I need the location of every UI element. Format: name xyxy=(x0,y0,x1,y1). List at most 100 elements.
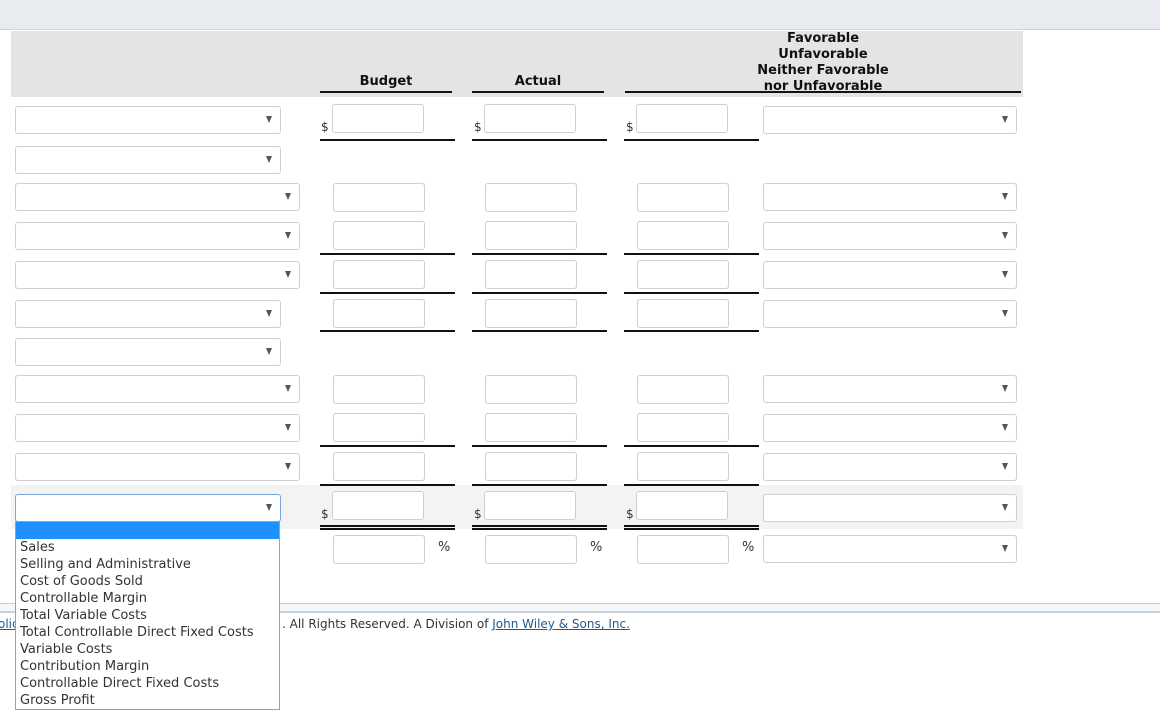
dollar-sign: $ xyxy=(321,120,329,134)
chevron-down-icon xyxy=(1002,545,1008,552)
difference-percent-input[interactable] xyxy=(637,535,729,564)
row-9-favorability-select[interactable] xyxy=(763,414,1017,442)
row-5-label-select[interactable] xyxy=(15,261,300,289)
actual-percent-input[interactable] xyxy=(485,535,577,564)
actual-underline xyxy=(472,253,607,255)
row-9-actual-input[interactable] xyxy=(485,413,577,442)
row-8-label-select[interactable] xyxy=(15,375,300,403)
row-11-label-select[interactable] xyxy=(15,494,281,522)
row-6-actual-input[interactable] xyxy=(485,299,577,328)
row-6-budget-input[interactable] xyxy=(333,299,425,328)
wiley-link[interactable]: John Wiley & Sons, Inc. xyxy=(492,617,630,631)
row-5-budget-input[interactable] xyxy=(333,260,425,289)
percent-sign: % xyxy=(438,540,451,555)
dollar-sign: $ xyxy=(626,507,634,521)
chevron-down-icon xyxy=(266,504,272,511)
row-2-label-select[interactable] xyxy=(15,146,281,174)
row-10-favorability-select[interactable] xyxy=(763,453,1017,481)
label-select-dropdown-list[interactable]: Sales Selling and Administrative Cost of… xyxy=(15,521,280,710)
row-10-actual-input[interactable] xyxy=(485,452,577,481)
row-11-budget-input[interactable] xyxy=(332,491,424,520)
dropdown-option[interactable]: Gross Profit xyxy=(16,692,279,709)
chevron-down-icon xyxy=(1002,424,1008,431)
dropdown-option[interactable]: Cost of Goods Sold xyxy=(16,573,279,590)
row-10-label-select[interactable] xyxy=(15,453,300,481)
row-8-actual-input[interactable] xyxy=(485,375,577,404)
dollar-sign: $ xyxy=(321,507,329,521)
budget-column-header: Budget xyxy=(359,74,413,89)
row-7-label-select[interactable] xyxy=(15,338,281,366)
dropdown-option[interactable]: Controllable Direct Fixed Costs xyxy=(16,675,279,692)
row-6-favorability-select[interactable] xyxy=(763,300,1017,328)
dropdown-option[interactable]: Total Controllable Direct Fixed Costs xyxy=(16,624,279,641)
row-11-favorability-select[interactable] xyxy=(763,494,1017,522)
chevron-down-icon xyxy=(266,310,272,317)
row-3-difference-input[interactable] xyxy=(637,183,729,212)
fav-header-rule xyxy=(625,91,1021,93)
row-11-difference-input[interactable] xyxy=(636,491,728,520)
row-6-label-select[interactable] xyxy=(15,300,281,328)
actual-column-header: Actual xyxy=(514,74,562,89)
row-10-budget-input[interactable] xyxy=(333,452,425,481)
dropdown-option[interactable]: Selling and Administrative xyxy=(16,556,279,573)
row-4-favorability-select[interactable] xyxy=(763,222,1017,250)
row-1-favorability-select[interactable] xyxy=(763,106,1017,134)
row-3-label-select[interactable] xyxy=(15,183,300,211)
chevron-down-icon xyxy=(285,385,291,392)
row-4-difference-input[interactable] xyxy=(637,221,729,250)
difference-underline xyxy=(624,139,759,141)
budget-underline xyxy=(320,445,455,447)
dropdown-option[interactable]: Variable Costs xyxy=(16,641,279,658)
dropdown-option[interactable]: Contribution Margin xyxy=(16,658,279,675)
row-1-actual-input[interactable] xyxy=(484,104,576,133)
fav-header-line: Unfavorable xyxy=(778,47,868,62)
percent-sign: % xyxy=(742,540,755,555)
budget-underline xyxy=(320,292,455,294)
row-8-favorability-select[interactable] xyxy=(763,375,1017,403)
chevron-down-icon xyxy=(285,271,291,278)
dropdown-option[interactable]: Total Variable Costs xyxy=(16,607,279,624)
row-10-difference-input[interactable] xyxy=(637,452,729,481)
row-9-budget-input[interactable] xyxy=(333,413,425,442)
difference-underline xyxy=(624,253,759,255)
row-6-difference-input[interactable] xyxy=(637,299,729,328)
row-11-actual-input[interactable] xyxy=(484,491,576,520)
budget-percent-input[interactable] xyxy=(333,535,425,564)
row-5-favorability-select[interactable] xyxy=(763,261,1017,289)
favorability-column-header: Favorable Unfavorable Neither Favorable … xyxy=(624,31,1022,95)
row-1-budget-input[interactable] xyxy=(332,104,424,133)
difference-underline xyxy=(624,445,759,447)
actual-header-rule xyxy=(472,91,604,93)
chevron-down-icon xyxy=(1002,232,1008,239)
fav-header-line: Favorable xyxy=(786,31,860,46)
budget-underline xyxy=(320,484,455,486)
actual-double-underline xyxy=(472,525,607,530)
row-3-actual-input[interactable] xyxy=(485,183,577,212)
row-1-difference-input[interactable] xyxy=(636,104,728,133)
chevron-down-icon xyxy=(1002,463,1008,470)
row-3-favorability-select[interactable] xyxy=(763,183,1017,211)
row-8-budget-input[interactable] xyxy=(333,375,425,404)
dropdown-option-blank[interactable] xyxy=(16,522,279,539)
row-5-difference-input[interactable] xyxy=(637,260,729,289)
row-1-label-select[interactable] xyxy=(15,106,281,134)
dropdown-option[interactable]: Controllable Margin xyxy=(16,590,279,607)
row-9-difference-input[interactable] xyxy=(637,413,729,442)
dropdown-option[interactable]: Sales xyxy=(16,539,279,556)
row-9-label-select[interactable] xyxy=(15,414,300,442)
table-header: Budget Actual Favorable Unfavorable Neit… xyxy=(11,31,1023,97)
row-8-difference-input[interactable] xyxy=(637,375,729,404)
row-12-favorability-select[interactable] xyxy=(763,535,1017,563)
difference-double-underline xyxy=(624,525,759,530)
row-5-actual-input[interactable] xyxy=(485,260,577,289)
actual-underline xyxy=(472,330,607,332)
fav-header-line: Neither Favorable xyxy=(757,63,889,78)
row-3-budget-input[interactable] xyxy=(333,183,425,212)
row-4-budget-input[interactable] xyxy=(333,221,425,250)
chevron-down-icon xyxy=(285,232,291,239)
difference-underline xyxy=(624,484,759,486)
row-4-actual-input[interactable] xyxy=(485,221,577,250)
difference-underline xyxy=(624,330,759,332)
chevron-down-icon xyxy=(285,463,291,470)
row-4-label-select[interactable] xyxy=(15,222,300,250)
